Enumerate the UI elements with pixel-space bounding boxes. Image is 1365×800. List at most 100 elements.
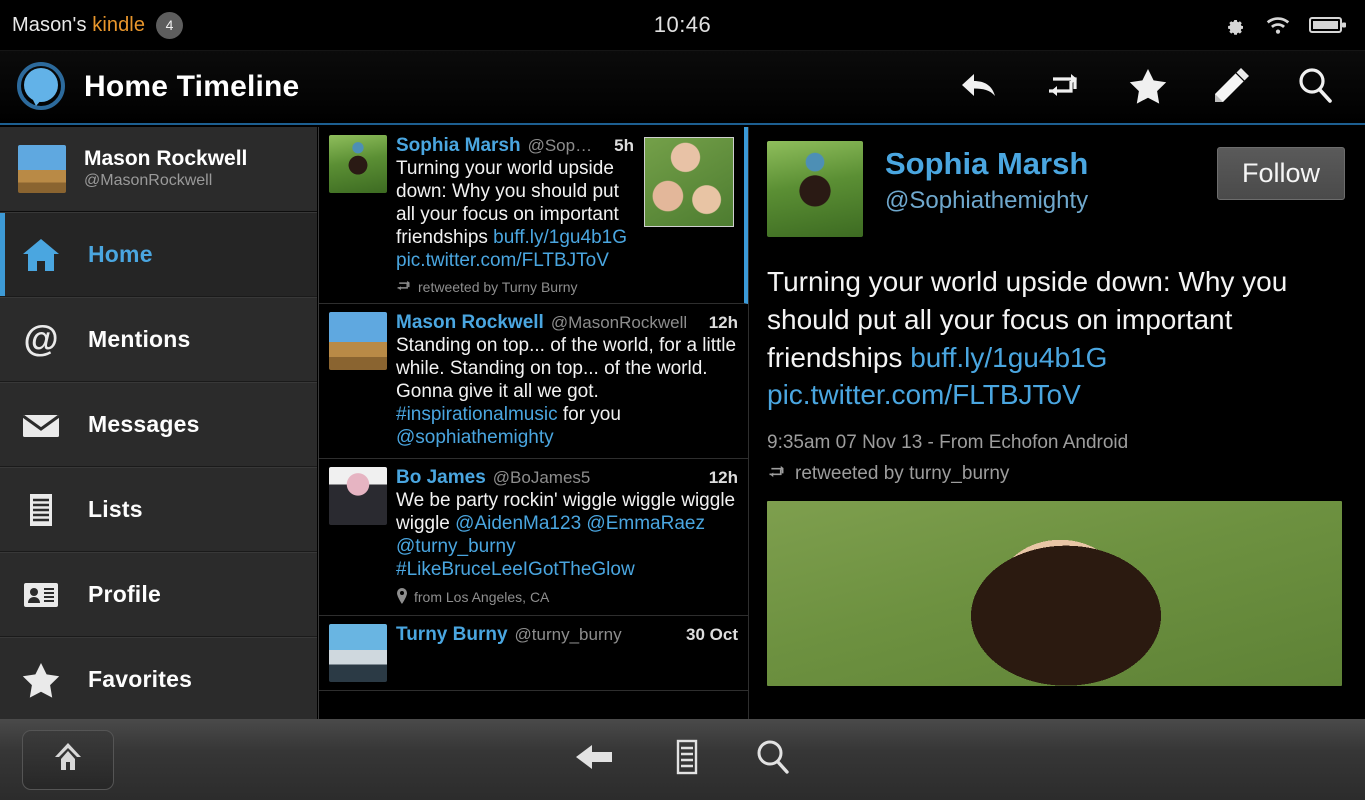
detail-retweet-meta: retweeted by turny_burny <box>767 463 1345 485</box>
tweet-author-name[interactable]: Sophia Marsh <box>396 135 521 157</box>
list-icon <box>20 489 62 531</box>
avatar <box>18 145 66 193</box>
sidebar-item-label: Mentions <box>88 326 191 353</box>
timeline-tweet-row[interactable]: Bo James @BoJames5 12h We be party rocki… <box>319 459 748 616</box>
sidebar-item-label: Home <box>88 241 153 268</box>
at-sign-icon: @ <box>20 319 62 361</box>
tweet-timestamp: 12h <box>703 313 738 333</box>
tweet-hashtag[interactable]: #inspirationalmusic <box>396 404 558 425</box>
location-pin-icon <box>396 588 408 607</box>
gear-icon[interactable] <box>1223 13 1247 37</box>
tweet-author-handle[interactable]: @turny_burny <box>515 625 622 645</box>
tweet-meta: from Los Angeles, CA <box>396 588 738 607</box>
notification-count-badge[interactable]: 4 <box>156 12 183 39</box>
tweet-timestamp: 12h <box>703 468 738 488</box>
avatar[interactable] <box>329 135 387 193</box>
owner-prefix: Mason's <box>12 14 92 36</box>
sidebar-item-lists[interactable]: Lists <box>0 467 317 552</box>
tweet-timestamp: 30 Oct <box>680 625 738 645</box>
detail-link[interactable]: buff.ly/1gu4b1G <box>910 342 1107 373</box>
magnifier-icon[interactable] <box>1295 65 1335 110</box>
avatar[interactable] <box>329 312 387 370</box>
detail-photo[interactable] <box>767 501 1342 686</box>
tweet-timestamp: 5h <box>608 136 634 156</box>
magnifier-icon[interactable] <box>754 738 792 781</box>
sidebar-item-mentions[interactable]: @ Mentions <box>0 297 317 382</box>
echofon-logo-icon[interactable] <box>14 60 68 114</box>
account-handle: @MasonRockwell <box>84 171 247 192</box>
tweet-text: Turning your world upside down: Why you … <box>396 158 634 273</box>
system-nav-icons <box>0 738 1365 781</box>
battery-icon[interactable] <box>1309 15 1347 35</box>
tweet-author-name[interactable]: Turny Burny <box>396 624 508 646</box>
app-bar: Home Timeline <box>0 51 1365 125</box>
tweet-pic-link[interactable]: pic.twitter.com/FLTBJToV <box>396 250 609 271</box>
sidebar-item-label: Lists <box>88 496 143 523</box>
detail-tweet-text: Turning your world upside down: Why you … <box>767 263 1345 414</box>
pencil-icon[interactable] <box>1211 65 1253 110</box>
app-bar-actions <box>959 65 1365 110</box>
tweet-text-mid: for you <box>558 404 621 425</box>
tweet-photo-thumbnail[interactable] <box>644 137 734 227</box>
page-title: Home Timeline <box>84 70 299 104</box>
star-icon <box>20 659 62 701</box>
timeline-tweet-row[interactable]: Sophia Marsh @Sophiathemighty 5h Turning… <box>319 127 748 304</box>
follow-button[interactable]: Follow <box>1217 147 1345 200</box>
sidebar: Mason Rockwell @MasonRockwell Home @ Men… <box>0 127 318 719</box>
avatar[interactable] <box>329 467 387 525</box>
tweet-author-handle[interactable]: @BoJames5 <box>493 468 591 488</box>
detail-date-source: 9:35am 07 Nov 13 - From Echofon Android <box>767 432 1345 454</box>
account-display-name: Mason Rockwell <box>84 147 247 171</box>
detail-author-names: Sophia Marsh @Sophiathemighty <box>885 141 1088 216</box>
retweet-icon[interactable] <box>1043 67 1085 108</box>
tweet-author-name[interactable]: Bo James <box>396 467 486 489</box>
reply-arrow-icon[interactable] <box>959 67 1001 108</box>
id-card-icon <box>20 574 62 616</box>
sidebar-item-home[interactable]: Home <box>0 212 317 297</box>
kindle-fire-screen: Mason's kindle 4 10:46 Home Timeline <box>0 0 1365 800</box>
avatar[interactable] <box>767 141 863 237</box>
house-icon <box>20 234 62 276</box>
home-button[interactable] <box>22 730 114 790</box>
tweet-text: Standing on top... of the world, for a l… <box>396 335 738 450</box>
sidebar-account-row[interactable]: Mason Rockwell @MasonRockwell <box>0 127 317 212</box>
kindle-brand-label: kindle <box>92 14 145 36</box>
sidebar-item-profile[interactable]: Profile <box>0 552 317 637</box>
account-names: Mason Rockwell @MasonRockwell <box>84 147 247 192</box>
detail-author-header: Sophia Marsh @Sophiathemighty Follow <box>767 141 1345 237</box>
back-arrow-icon[interactable] <box>574 740 620 779</box>
status-bar-clock: 10:46 <box>0 12 1365 38</box>
home-icon <box>50 739 86 780</box>
device-owner-label: Mason's kindle <box>12 14 145 37</box>
tweet-mention[interactable]: @sophiathemighty <box>396 427 554 448</box>
tweet-link[interactable]: buff.ly/1gu4b1G <box>493 227 627 248</box>
tweet-author-handle[interactable]: @MasonRockwell <box>551 313 687 333</box>
status-bar-left: Mason's kindle 4 <box>0 12 183 39</box>
sidebar-item-messages[interactable]: Messages <box>0 382 317 467</box>
tweet-author-name[interactable]: Mason Rockwell <box>396 312 544 334</box>
system-navigation-bar <box>0 719 1365 800</box>
menu-icon[interactable] <box>672 738 702 781</box>
main-content: Mason Rockwell @MasonRockwell Home @ Men… <box>0 127 1365 719</box>
detail-pic-link[interactable]: pic.twitter.com/FLTBJToV <box>767 379 1081 410</box>
wifi-icon[interactable] <box>1264 14 1292 36</box>
star-icon[interactable] <box>1127 66 1169 109</box>
detail-author-name[interactable]: Sophia Marsh <box>885 147 1088 182</box>
tweet-text-plain: Standing on top... of the world, for a l… <box>396 335 736 402</box>
detail-author-handle[interactable]: @Sophiathemighty <box>885 185 1088 216</box>
retweet-icon <box>767 463 787 485</box>
sidebar-item-label: Favorites <box>88 666 192 693</box>
tweet-author-handle[interactable]: @Sophiathemighty <box>528 136 602 156</box>
sidebar-item-favorites[interactable]: Favorites <box>0 637 317 719</box>
avatar[interactable] <box>329 624 387 682</box>
tweet-text: We be party rockin' wiggle wiggle wiggle… <box>396 490 738 582</box>
timeline-list[interactable]: Sophia Marsh @Sophiathemighty 5h Turning… <box>318 127 748 719</box>
envelope-icon <box>20 404 62 446</box>
tweet-meta-label: retweeted by Turny Burny <box>418 279 578 295</box>
timeline-tweet-row[interactable]: Mason Rockwell @MasonRockwell 12h Standi… <box>319 304 748 459</box>
sidebar-item-label: Profile <box>88 581 161 608</box>
timeline-tweet-row[interactable]: Turny Burny @turny_burny 30 Oct <box>319 616 748 691</box>
detail-retweet-label: retweeted by turny_burny <box>795 463 1009 485</box>
status-bar: Mason's kindle 4 10:46 <box>0 0 1365 51</box>
tweet-meta: retweeted by Turny Burny <box>396 279 634 295</box>
